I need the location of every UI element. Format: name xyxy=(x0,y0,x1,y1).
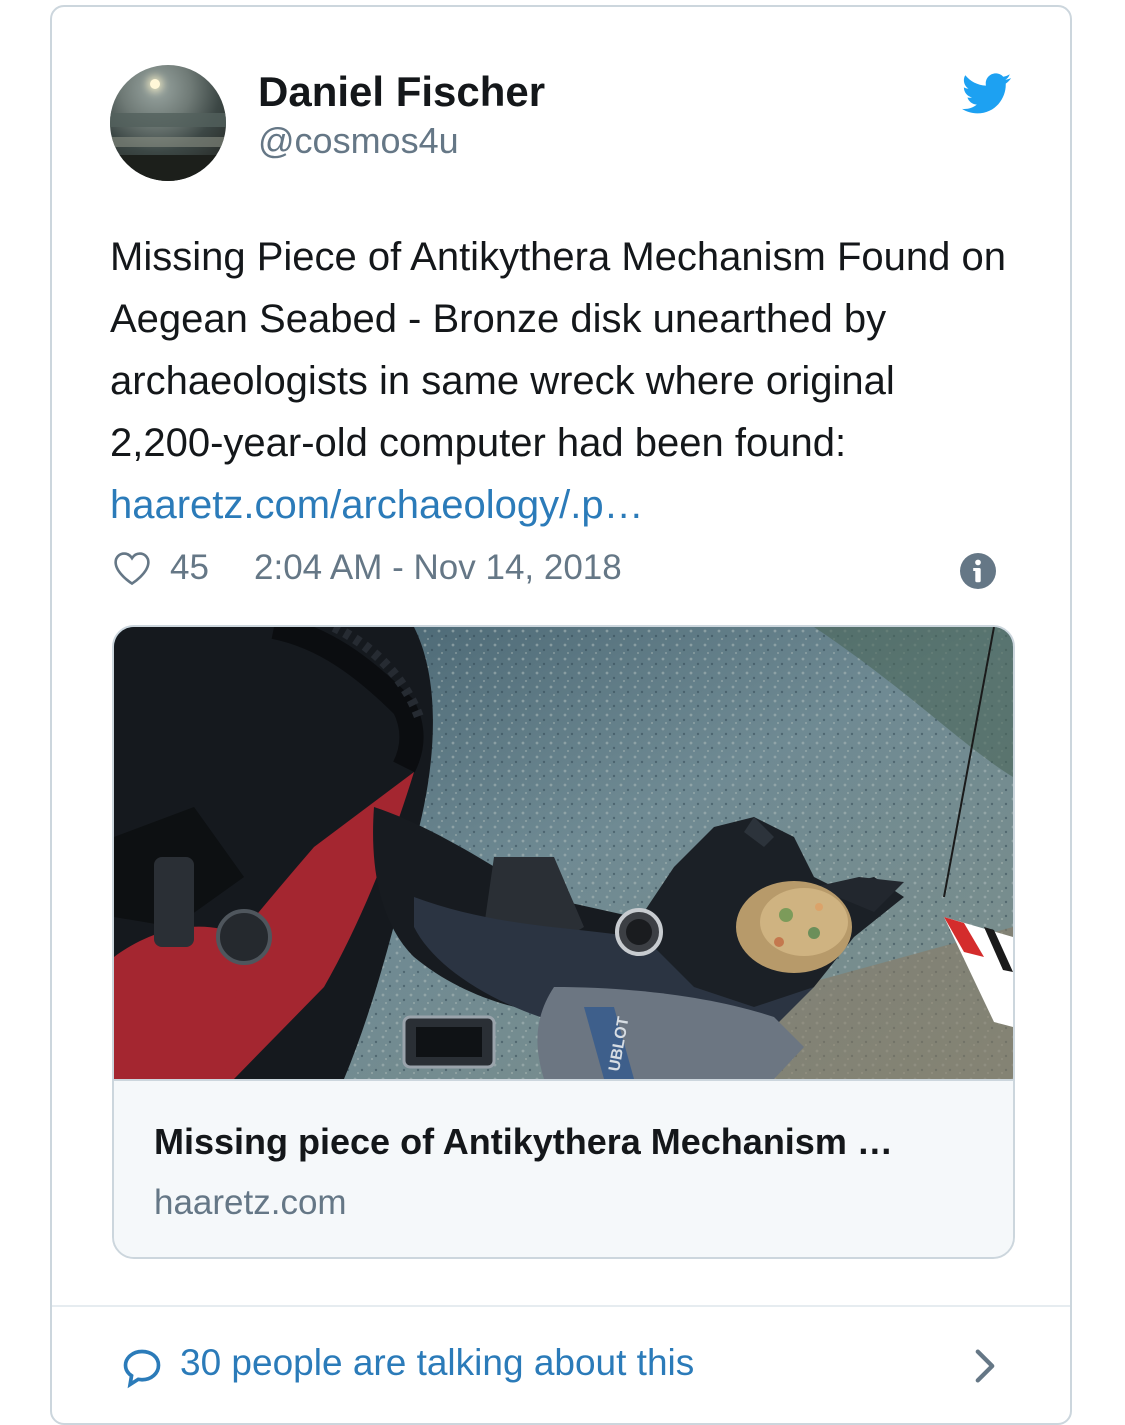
like-count[interactable]: 45 xyxy=(170,548,209,588)
article-photo: UBLOT xyxy=(114,627,1013,1079)
link-card-domain: haaretz.com xyxy=(154,1183,347,1222)
chevron-right-icon[interactable] xyxy=(972,1348,998,1384)
tweet-link[interactable]: haaretz.com/archaeology/.p… xyxy=(110,483,644,527)
link-preview-card[interactable]: UBLOT Missing piece of Antikythera Mecha… xyxy=(112,625,1015,1259)
twitter-bird-icon[interactable] xyxy=(962,73,1012,115)
divider xyxy=(52,1305,1070,1307)
link-card-title[interactable]: Missing piece of Antikythera Mechanism … xyxy=(154,1121,893,1163)
author-name[interactable]: Daniel Fischer xyxy=(258,68,545,116)
tweet-text: Missing Piece of Antikythera Mechanism F… xyxy=(110,226,1010,536)
timestamp[interactable]: 2:04 AM - Nov 14, 2018 xyxy=(254,548,622,588)
heart-icon[interactable] xyxy=(112,550,152,586)
author-handle[interactable]: @cosmos4u xyxy=(258,120,459,162)
speech-bubble-icon xyxy=(123,1349,161,1389)
avatar[interactable] xyxy=(110,65,226,181)
tweet-body: Missing Piece of Antikythera Mechanism F… xyxy=(110,235,1006,465)
conversation-label[interactable]: 30 people are talking about this xyxy=(180,1342,694,1384)
link-card-footer: Missing piece of Antikythera Mechanism …… xyxy=(114,1079,1013,1257)
info-icon[interactable] xyxy=(960,553,996,589)
